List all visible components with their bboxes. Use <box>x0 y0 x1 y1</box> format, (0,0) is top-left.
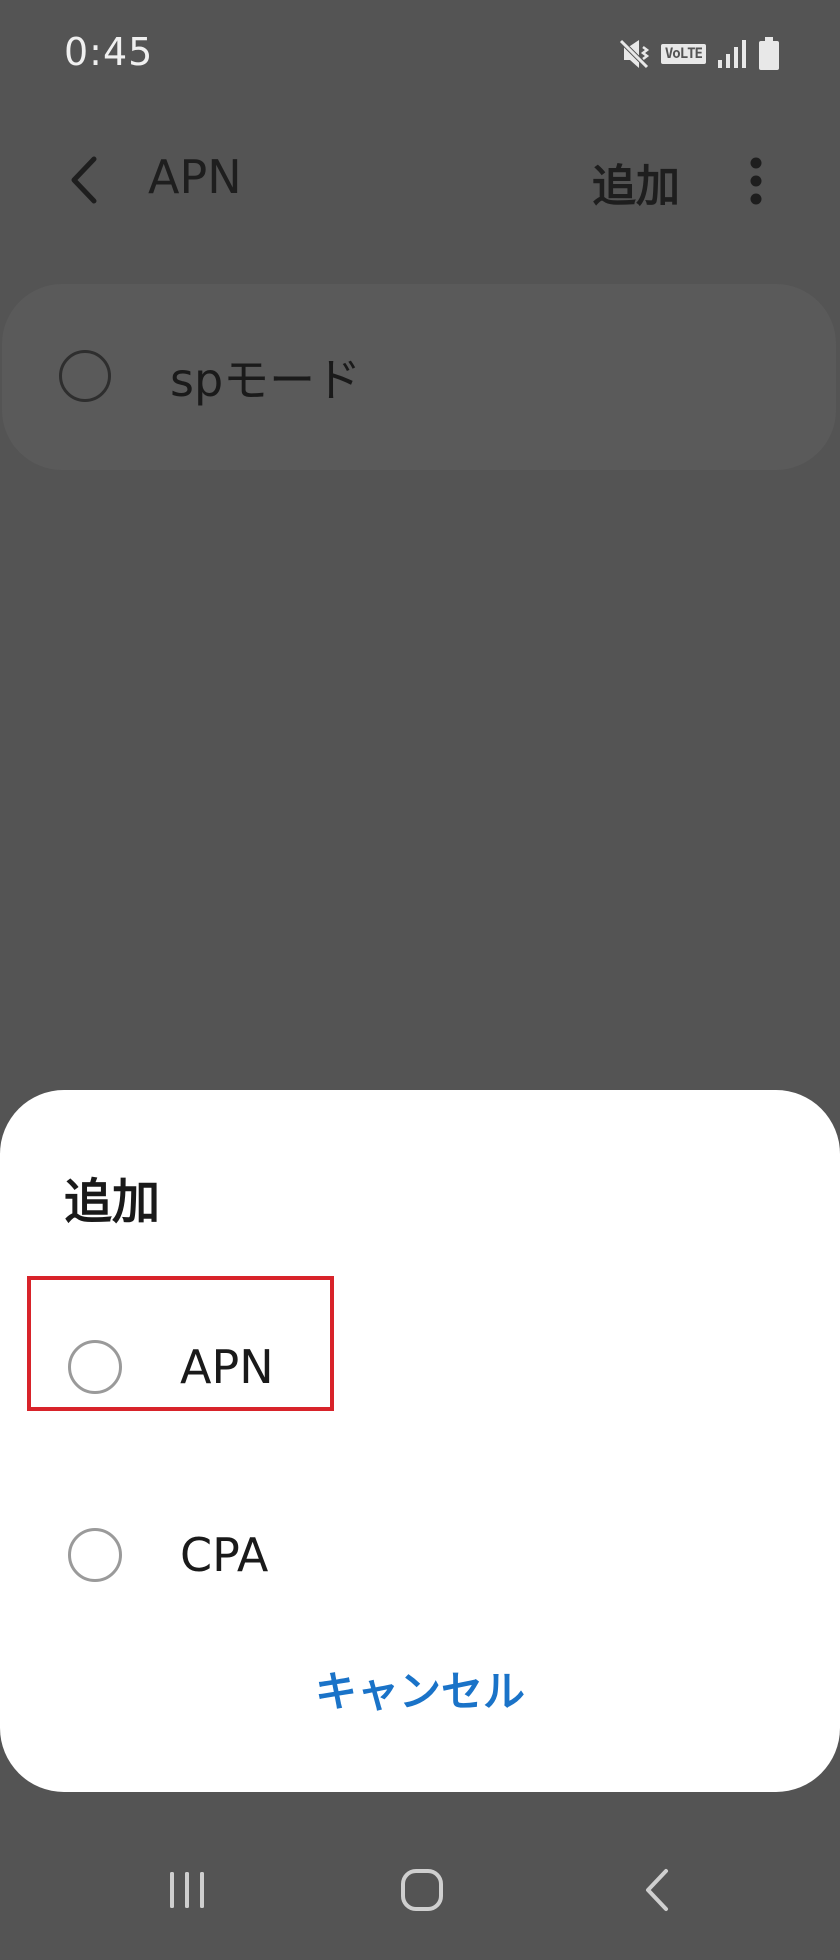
status-bar: 0:45 VoLTE <box>0 0 840 106</box>
add-button[interactable]: 追加 <box>592 150 680 214</box>
mute-vibrate-icon <box>617 37 651 71</box>
dialog-title: 追加 <box>64 1174 161 1230</box>
app-bar: APN 追加 <box>0 110 840 250</box>
highlight-box <box>27 1276 334 1411</box>
status-time: 0:45 <box>64 30 154 74</box>
recents-button[interactable] <box>147 1850 227 1930</box>
signal-icon <box>716 38 748 70</box>
more-vertical-icon <box>750 157 762 205</box>
option-cpa-radio[interactable] <box>68 1528 122 1582</box>
navigation-bar <box>0 1820 840 1960</box>
apn-name: spモード <box>170 353 362 407</box>
home-icon <box>401 1869 443 1911</box>
volte-icon: VoLTE <box>660 44 706 64</box>
chevron-left-icon <box>71 156 97 204</box>
cancel-button[interactable]: キャンセル <box>0 1652 840 1732</box>
navigate-back-button[interactable] <box>54 148 114 212</box>
status-icons: VoLTE <box>617 34 780 74</box>
apn-list-item[interactable]: spモード <box>2 284 836 470</box>
option-cpa[interactable]: CPA <box>0 1488 840 1618</box>
page-title: APN <box>148 150 242 204</box>
apn-radio-button[interactable] <box>59 350 111 402</box>
system-back-button[interactable] <box>617 1850 697 1930</box>
recents-icon <box>170 1872 204 1908</box>
option-cpa-label: CPA <box>180 1528 269 1582</box>
battery-icon <box>758 37 780 71</box>
home-button[interactable] <box>382 1850 462 1930</box>
add-dialog: 追加 APN CPA キャンセル <box>0 1090 840 1792</box>
more-options-button[interactable] <box>726 146 786 216</box>
back-icon <box>646 1869 668 1911</box>
